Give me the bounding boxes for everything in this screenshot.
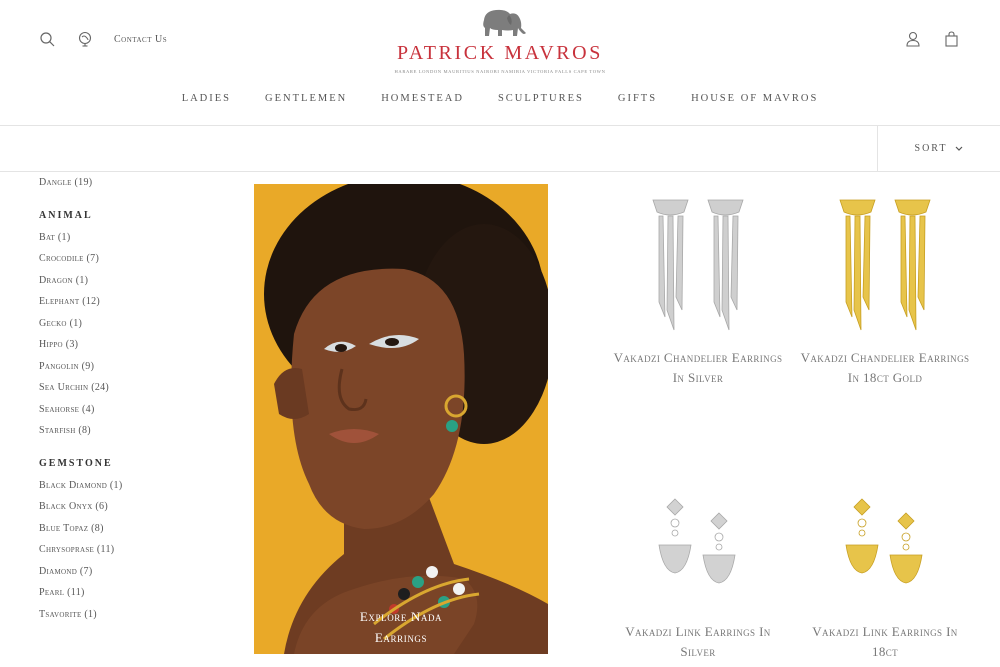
- product-card[interactable]: Vakadzi Link Earrings In 18ct: [800, 466, 970, 662]
- product-name: Vakadzi Link Earrings In Silver: [625, 624, 771, 659]
- site-header: Contact Us PATRICK MAVROS HARARE LONDON …: [0, 0, 1000, 126]
- elephant-logo-icon: [483, 9, 526, 37]
- product-card[interactable]: Vakadzi Chandelier Earrings In Silver: [613, 192, 783, 388]
- model-portrait-image: [254, 184, 548, 654]
- sort-label: Sort: [914, 143, 948, 154]
- filter-gemstone-item[interactable]: Chrysoprase (11): [39, 539, 229, 561]
- promo-caption[interactable]: Explore Nada Earrings: [254, 606, 548, 648]
- promo-caption-line1: Explore Nada: [359, 609, 443, 624]
- product-name: Vakadzi Link Earrings In 18ct: [812, 624, 958, 659]
- filter-animal-item[interactable]: Dragon (1): [39, 270, 229, 292]
- brand-name: PATRICK MAVROS: [397, 42, 603, 64]
- product-image: [800, 192, 970, 332]
- product-image: [613, 192, 783, 332]
- product-card[interactable]: Vakadzi Link Earrings In Silver: [613, 466, 783, 662]
- promo-banner[interactable]: Explore Nada Earrings: [254, 184, 548, 654]
- product-image: [800, 466, 970, 606]
- filter-gemstone-item[interactable]: Blue Topaz (8): [39, 518, 229, 540]
- filter-animal-item[interactable]: Bat (1): [39, 227, 229, 249]
- brand-logo[interactable]: PATRICK MAVROS HARARE LONDON MAURITIUS N…: [380, 6, 620, 74]
- sort-dropdown[interactable]: Sort: [877, 126, 1000, 171]
- filter-animal-item[interactable]: Gecko (1): [39, 313, 229, 335]
- promo-caption-line2: Earrings: [374, 630, 428, 645]
- cart-bag-icon[interactable]: [942, 30, 960, 48]
- filter-animal-item[interactable]: Pangolin (9): [39, 356, 229, 378]
- filter-gemstone-item[interactable]: Pearl (11): [39, 582, 229, 604]
- filter-gemstone-item[interactable]: Black Onyx (6): [39, 496, 229, 518]
- filter-animal-item[interactable]: Crocodile (7): [39, 248, 229, 270]
- filter-animal-item[interactable]: Hippo (3): [39, 334, 229, 356]
- filter-gemstone-item[interactable]: Diamond (7): [39, 561, 229, 583]
- filter-sidebar: Dangle (19) Animal Bat (1) Crocodile (7)…: [39, 172, 229, 625]
- contact-us-link[interactable]: Contact Us: [114, 34, 167, 45]
- filter-dangle[interactable]: Dangle (19): [39, 172, 229, 194]
- filter-animal-item[interactable]: Elephant (12): [39, 291, 229, 313]
- product-card[interactable]: Vakadzi Chandelier Earrings In 18ct Gold: [800, 192, 970, 388]
- filter-gemstone-item[interactable]: Black Diamond (1): [39, 475, 229, 497]
- filter-heading-animal: Animal: [39, 209, 93, 221]
- product-name: Vakadzi Chandelier Earrings In Silver: [613, 350, 783, 385]
- header-right-tools: [904, 30, 960, 48]
- filter-animal-item[interactable]: Seahorse (4): [39, 399, 229, 421]
- search-icon[interactable]: [38, 30, 56, 48]
- filter-animal-item[interactable]: Starfish (8): [39, 420, 229, 442]
- account-icon[interactable]: [904, 30, 922, 48]
- product-image: [613, 466, 783, 606]
- nav-homestead[interactable]: Homestead: [381, 93, 464, 104]
- toolbar: Sort: [0, 126, 1000, 172]
- product-name: Vakadzi Chandelier Earrings In 18ct Gold: [800, 350, 970, 385]
- filter-animal-item[interactable]: Sea Urchin (24): [39, 377, 229, 399]
- location-globe-icon[interactable]: [76, 30, 94, 48]
- header-left-tools: Contact Us: [38, 30, 167, 48]
- nav-house-of-mavros[interactable]: House of Mavros: [691, 93, 818, 104]
- nav-gentlemen[interactable]: Gentlemen: [265, 93, 347, 104]
- filter-gemstone-item[interactable]: Tsavorite (1): [39, 604, 229, 626]
- chevron-down-icon: [956, 146, 963, 151]
- nav-ladies[interactable]: Ladies: [182, 93, 231, 104]
- main-nav: Ladies Gentlemen Homestead Sculptures Gi…: [0, 93, 1000, 104]
- brand-locations: HARARE LONDON MAURITIUS NAIROBI NAMIBIA …: [394, 69, 606, 74]
- filter-heading-gemstone: Gemstone: [39, 457, 113, 469]
- nav-sculptures[interactable]: Sculptures: [498, 93, 584, 104]
- nav-gifts[interactable]: Gifts: [618, 93, 657, 104]
